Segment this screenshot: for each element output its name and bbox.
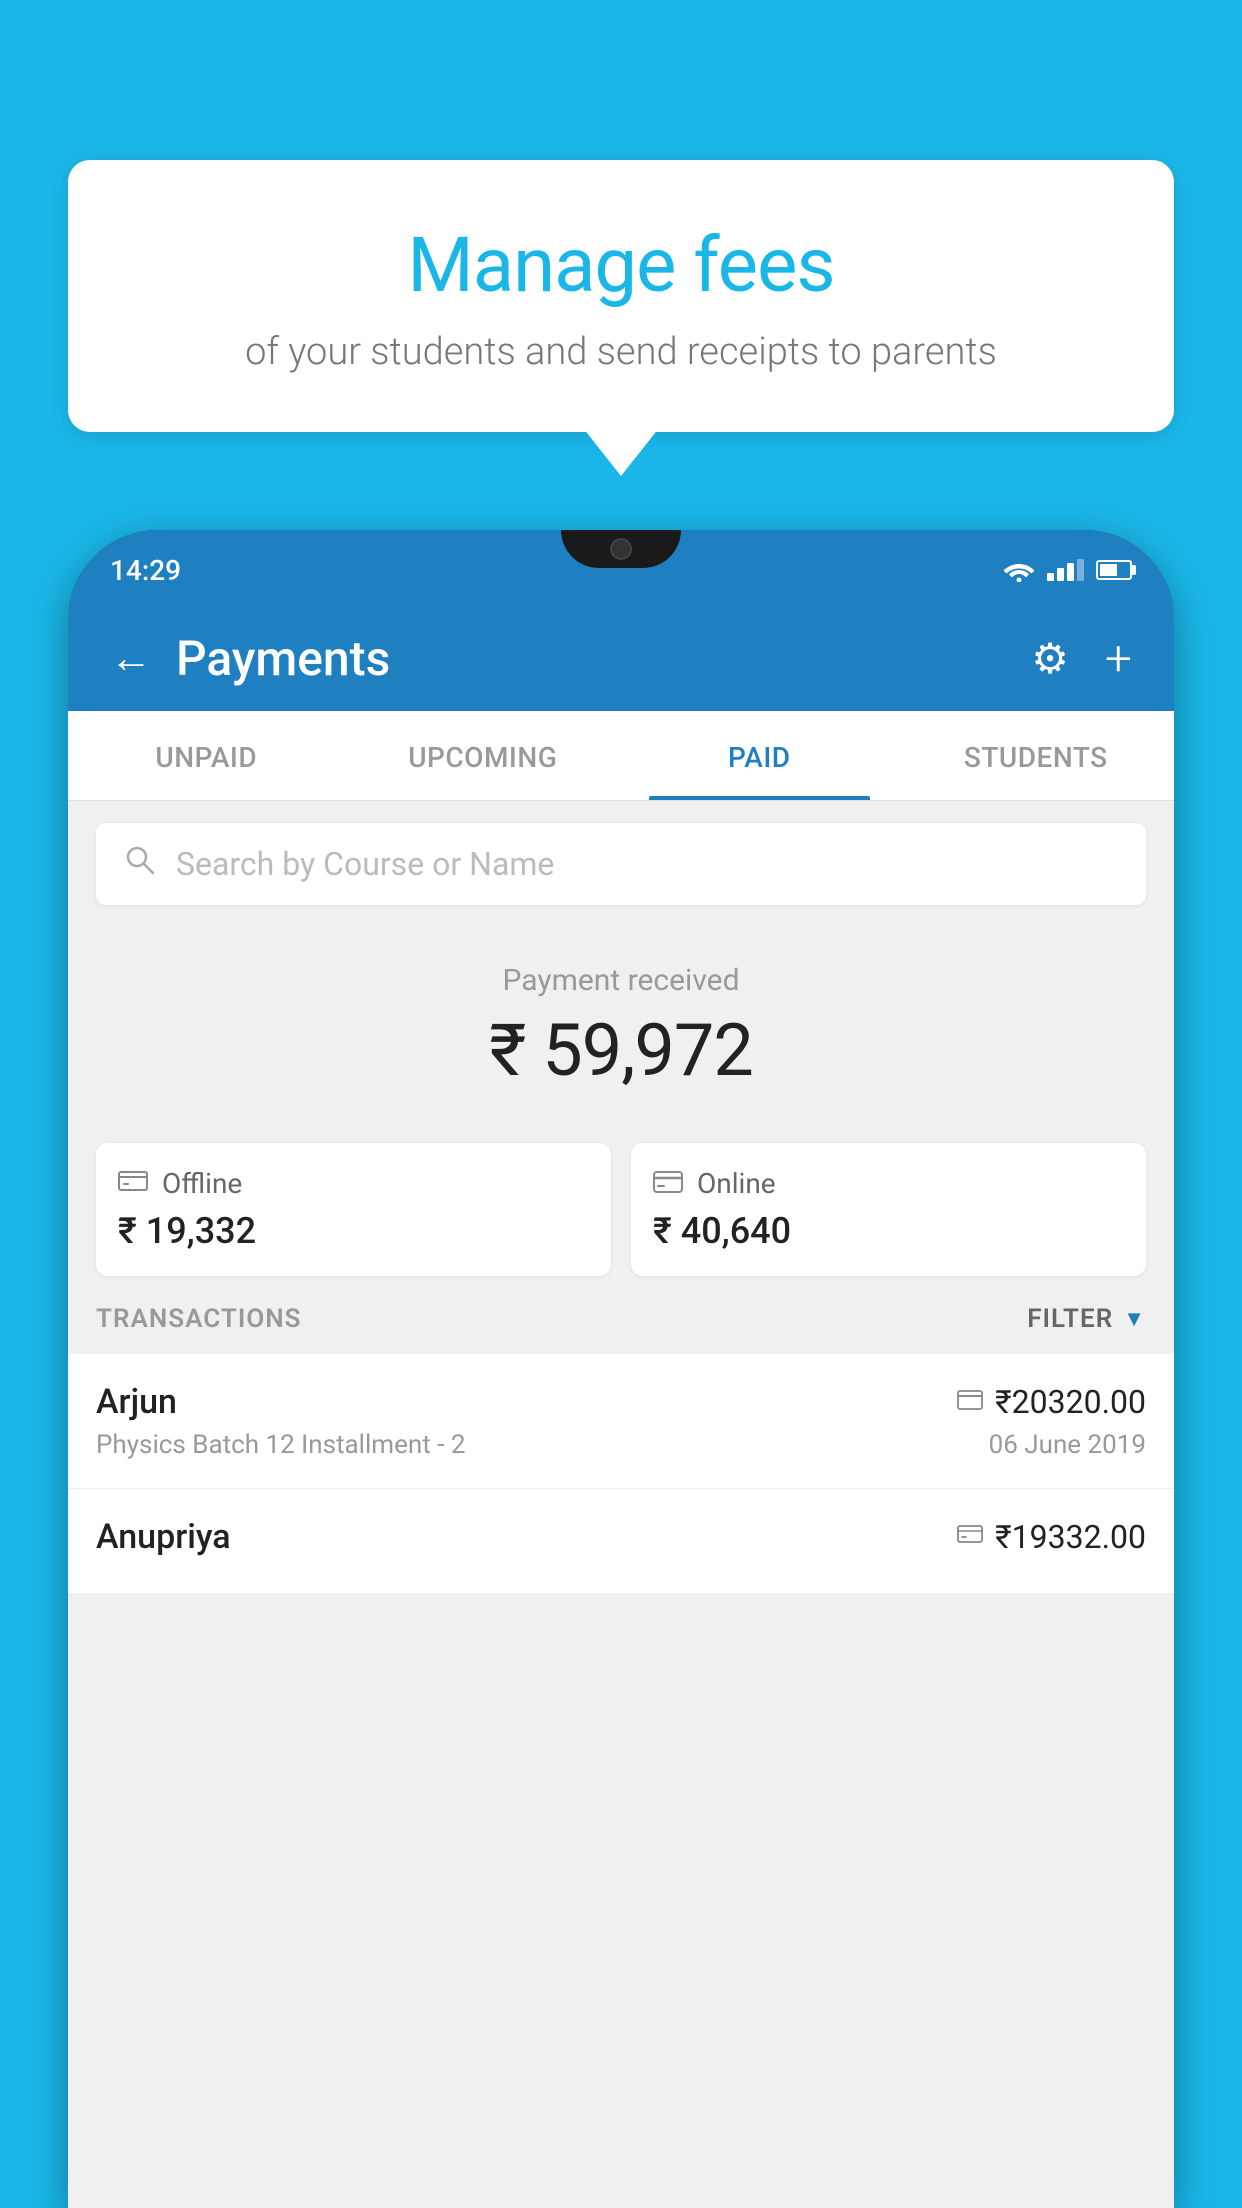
tab-paid[interactable]: PAID (621, 711, 898, 800)
search-icon (124, 843, 156, 885)
transaction-date: 06 June 2019 (989, 1430, 1146, 1460)
page-title: Payments (176, 630, 390, 687)
phone-screen: ← Payments ⚙ + UNPAID UPCOMING PAID STUD… (68, 610, 1174, 2208)
transaction-top: Anupriya ₹19332.00 (96, 1517, 1146, 1557)
transaction-amount-wrap: ₹19332.00 (957, 1518, 1146, 1556)
transactions-label: TRANSACTIONS (96, 1304, 302, 1334)
filter-icon: ▼ (1123, 1306, 1146, 1332)
gear-icon[interactable]: ⚙ (1031, 634, 1069, 684)
card-header-offline: Offline (118, 1167, 589, 1200)
filter-button[interactable]: FILTER ▼ (1027, 1304, 1146, 1334)
card-header-online: Online (653, 1167, 1124, 1200)
offline-icon (118, 1167, 148, 1200)
offline-payment-card: Offline ₹ 19,332 (96, 1143, 611, 1276)
tabs: UNPAID UPCOMING PAID STUDENTS (68, 711, 1174, 801)
notch (561, 530, 681, 568)
signal-icon (1047, 559, 1084, 581)
online-label: Online (697, 1167, 776, 1200)
transaction-card-icon (957, 1387, 983, 1417)
transactions-header: TRANSACTIONS FILTER ▼ (68, 1276, 1174, 1354)
tab-upcoming[interactable]: UPCOMING (345, 711, 622, 800)
online-payment-card: Online ₹ 40,640 (631, 1143, 1146, 1276)
offline-amount: ₹ 19,332 (118, 1210, 589, 1252)
student-name: Anupriya (96, 1517, 231, 1557)
battery-fill (1100, 564, 1117, 576)
tab-students[interactable]: STUDENTS (898, 711, 1175, 800)
transaction-top: Arjun ₹20320.00 (96, 1382, 1146, 1422)
online-icon (653, 1167, 683, 1200)
payment-received-amount: ₹ 59,972 (68, 1008, 1174, 1093)
header-actions: ⚙ + (1031, 630, 1132, 687)
online-amount: ₹ 40,640 (653, 1210, 1124, 1252)
payment-received-label: Payment received (68, 963, 1174, 998)
offline-label: Offline (162, 1167, 242, 1200)
speech-bubble-subtitle: of your students and send receipts to pa… (118, 328, 1124, 377)
camera (610, 538, 632, 560)
transaction-row[interactable]: Arjun ₹20320.00 Physics Batch 12 Install… (68, 1354, 1174, 1489)
tab-unpaid[interactable]: UNPAID (68, 711, 345, 800)
payment-received-section: Payment received ₹ 59,972 (68, 927, 1174, 1121)
status-time: 14:29 (110, 554, 181, 587)
search-placeholder: Search by Course or Name (176, 845, 554, 883)
header-left: ← Payments (110, 630, 390, 687)
course-info: Physics Batch 12 Installment - 2 (96, 1430, 465, 1460)
transaction-amount: ₹19332.00 (995, 1518, 1146, 1556)
payment-cards: Offline ₹ 19,332 Online ₹ 40,640 (96, 1143, 1146, 1276)
student-name: Arjun (96, 1382, 177, 1422)
transaction-amount: ₹20320.00 (995, 1383, 1146, 1421)
transaction-cash-icon (957, 1522, 983, 1552)
transaction-amount-wrap: ₹20320.00 (957, 1383, 1146, 1421)
back-button[interactable]: ← (110, 638, 152, 680)
search-bar[interactable]: Search by Course or Name (96, 823, 1146, 905)
transaction-bottom: Physics Batch 12 Installment - 2 06 June… (96, 1430, 1146, 1460)
wifi-icon (1003, 558, 1035, 582)
app-header: ← Payments ⚙ + (68, 610, 1174, 711)
status-icons (1003, 558, 1132, 582)
transaction-row[interactable]: Anupriya ₹19332.00 (68, 1489, 1174, 1594)
speech-bubble-title: Manage fees (118, 220, 1124, 310)
phone-frame: 14:29 (68, 530, 1174, 2208)
battery-icon (1096, 560, 1132, 580)
add-icon[interactable]: + (1105, 630, 1132, 687)
filter-label: FILTER (1027, 1304, 1113, 1334)
status-bar: 14:29 (68, 530, 1174, 610)
speech-bubble: Manage fees of your students and send re… (68, 160, 1174, 432)
